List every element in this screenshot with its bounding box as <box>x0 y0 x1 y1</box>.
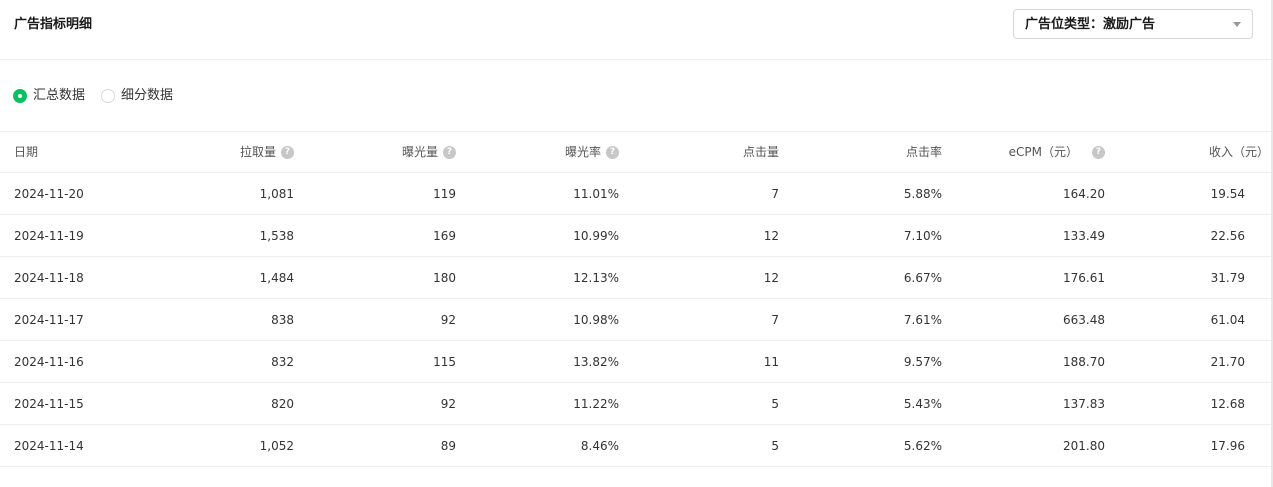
table-row: 2024-11-18 1,484 180 12.13% 12 6.67% 176… <box>0 256 1271 299</box>
column-header-clicks: 点击量 <box>619 131 779 173</box>
table-row: 2024-11-15 820 92 11.22% 5 5.43% 137.83 … <box>0 382 1271 425</box>
question-circle-icon[interactable]: ? <box>443 145 456 159</box>
cell-clicks: 12 <box>619 214 779 257</box>
cell-ecpm: 188.70 <box>942 340 1105 383</box>
cell-ctr: 5.43% <box>779 382 942 425</box>
cell-impressions: 115 <box>294 340 456 383</box>
cell-impressions: 92 <box>294 298 456 341</box>
cell-requests: 820 <box>150 382 294 425</box>
view-mode-radio-group: 汇总数据 细分数据 <box>13 87 189 105</box>
cell-requests: 838 <box>150 298 294 341</box>
cell-requests: 832 <box>150 340 294 383</box>
cell-revenue: 21.70 <box>1105 340 1271 383</box>
column-header-revenue: 收入（元） <box>1105 131 1271 173</box>
metrics-table-container: 日期 拉取量? 曝光量? 曝光率? 点击量 点击率 eCPM（元）? 收入（元）… <box>0 131 1271 467</box>
cell-impression-rate: 11.01% <box>456 172 619 215</box>
table-row: 2024-11-19 1,538 169 10.99% 12 7.10% 133… <box>0 214 1271 257</box>
cell-ecpm: 201.80 <box>942 424 1105 467</box>
cell-revenue: 22.56 <box>1105 214 1271 257</box>
ad-slot-type-select[interactable]: 广告位类型：激励广告 <box>1013 9 1253 39</box>
column-header-ctr: 点击率 <box>779 131 942 173</box>
cell-impressions: 89 <box>294 424 456 467</box>
page-header: 广告指标明细 广告位类型：激励广告 <box>0 0 1271 60</box>
radio-detail-label: 细分数据 <box>121 88 174 103</box>
column-header-ecpm: eCPM（元）? <box>942 131 1105 173</box>
column-header-label: 日期 <box>14 145 39 159</box>
cell-ctr: 7.61% <box>779 298 942 341</box>
cell-revenue: 17.96 <box>1105 424 1271 467</box>
radio-summary-data[interactable]: 汇总数据 <box>13 87 85 105</box>
table-row: 2024-11-17 838 92 10.98% 7 7.61% 663.48 … <box>0 298 1271 341</box>
cell-date: 2024-11-16 <box>0 340 150 383</box>
question-circle-icon[interactable]: ? <box>606 145 619 159</box>
cell-revenue: 12.68 <box>1105 382 1271 425</box>
radio-detail-data[interactable]: 细分数据 <box>101 87 173 105</box>
table-row: 2024-11-14 1,052 89 8.46% 5 5.62% 201.80… <box>0 424 1271 467</box>
cell-date: 2024-11-20 <box>0 172 150 215</box>
cell-ecpm: 176.61 <box>942 256 1105 299</box>
column-header-requests: 拉取量? <box>150 131 294 173</box>
table-header-row: 日期 拉取量? 曝光量? 曝光率? 点击量 点击率 eCPM（元）? 收入（元） <box>0 131 1271 173</box>
cell-impressions: 92 <box>294 382 456 425</box>
cell-date: 2024-11-14 <box>0 424 150 467</box>
table-row: 2024-11-20 1,081 119 11.01% 7 5.88% 164.… <box>0 172 1271 215</box>
column-header-label: 点击量 <box>742 145 779 159</box>
column-header-date: 日期 <box>0 131 150 173</box>
cell-impression-rate: 12.13% <box>456 256 619 299</box>
cell-clicks: 7 <box>619 298 779 341</box>
column-header-label: 收入（元） <box>1208 145 1269 159</box>
cell-ecpm: 133.49 <box>942 214 1105 257</box>
cell-ecpm: 663.48 <box>942 298 1105 341</box>
cell-requests: 1,081 <box>150 172 294 215</box>
cell-impression-rate: 11.22% <box>456 382 619 425</box>
cell-ecpm: 164.20 <box>942 172 1105 215</box>
cell-revenue: 61.04 <box>1105 298 1271 341</box>
column-header-impression-rate: 曝光率? <box>456 131 619 173</box>
cell-impression-rate: 10.99% <box>456 214 619 257</box>
column-header-label: 曝光率 <box>564 145 601 159</box>
cell-requests: 1,538 <box>150 214 294 257</box>
cell-clicks: 7 <box>619 172 779 215</box>
cell-impressions: 169 <box>294 214 456 257</box>
metrics-table: 日期 拉取量? 曝光量? 曝光率? 点击量 点击率 eCPM（元）? 收入（元）… <box>0 131 1271 467</box>
radio-unchecked-icon <box>101 89 116 103</box>
cell-clicks: 11 <box>619 340 779 383</box>
cell-impression-rate: 8.46% <box>456 424 619 467</box>
radio-checked-icon <box>13 89 27 103</box>
cell-clicks: 5 <box>619 382 779 425</box>
cell-requests: 1,484 <box>150 256 294 299</box>
cell-ecpm: 137.83 <box>942 382 1105 425</box>
cell-date: 2024-11-15 <box>0 382 150 425</box>
radio-summary-label: 汇总数据 <box>33 88 86 103</box>
column-header-label: 点击率 <box>905 145 942 159</box>
cell-impression-rate: 10.98% <box>456 298 619 341</box>
cell-ctr: 5.88% <box>779 172 942 215</box>
question-circle-icon[interactable]: ? <box>281 145 294 159</box>
cell-ctr: 5.62% <box>779 424 942 467</box>
cell-requests: 1,052 <box>150 424 294 467</box>
cell-date: 2024-11-18 <box>0 256 150 299</box>
column-header-label: 曝光量 <box>401 145 438 159</box>
cell-ctr: 6.67% <box>779 256 942 299</box>
ad-metrics-page: 广告指标明细 广告位类型：激励广告 汇总数据 细分数据 日期 拉取量 ? 曝光量… <box>0 0 1273 487</box>
column-header-label: eCPM（元） <box>1008 145 1078 159</box>
page-title: 广告指标明细 <box>14 17 93 32</box>
table-row: 2024-11-16 832 115 13.82% 11 9.57% 188.7… <box>0 340 1271 383</box>
cell-date: 2024-11-17 <box>0 298 150 341</box>
ad-slot-type-value: 广告位类型：激励广告 <box>1025 17 1156 32</box>
cell-ctr: 7.10% <box>779 214 942 257</box>
cell-ctr: 9.57% <box>779 340 942 383</box>
caret-down-icon <box>1233 22 1241 27</box>
cell-impressions: 180 <box>294 256 456 299</box>
question-circle-icon[interactable]: ? <box>1092 145 1105 159</box>
cell-impression-rate: 13.82% <box>456 340 619 383</box>
cell-clicks: 12 <box>619 256 779 299</box>
cell-revenue: 19.54 <box>1105 172 1271 215</box>
column-header-label: 拉取量 <box>239 145 276 159</box>
cell-revenue: 31.79 <box>1105 256 1271 299</box>
cell-date: 2024-11-19 <box>0 214 150 257</box>
cell-clicks: 5 <box>619 424 779 467</box>
column-header-impressions: 曝光量? <box>294 131 456 173</box>
cell-impressions: 119 <box>294 172 456 215</box>
